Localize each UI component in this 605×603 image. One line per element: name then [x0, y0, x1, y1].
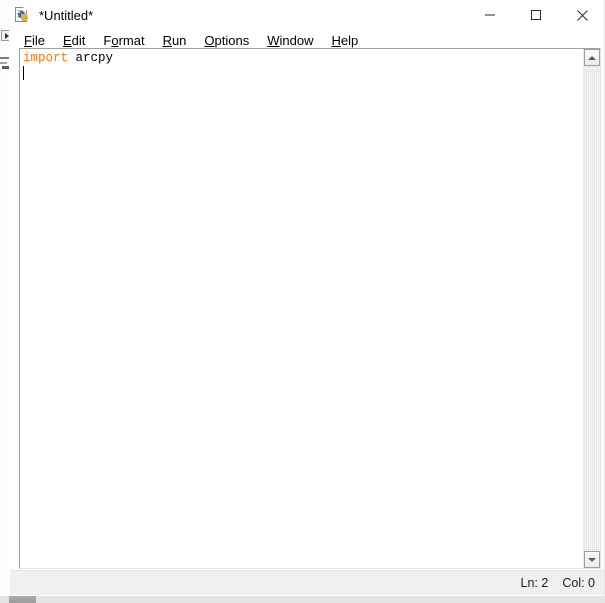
scroll-up-icon [588, 55, 596, 60]
menu-item-format[interactable]: Format [94, 32, 153, 50]
code-token-module: arcpy [68, 51, 114, 65]
maximize-button[interactable] [513, 0, 559, 30]
minimize-icon [484, 9, 496, 21]
title-bar[interactable]: *Untitled* [9, 0, 605, 30]
idle-main-window: *Untitled* File Edit Format Run Options … [9, 0, 605, 596]
status-column-indicator: Col: 0 [562, 576, 595, 590]
code-line-1: import arcpy [23, 51, 583, 66]
status-bar: Ln: 2 Col: 0 [10, 570, 604, 595]
background-window-bottom-edge [0, 596, 605, 603]
window-title: *Untitled* [39, 7, 94, 23]
menu-item-run[interactable]: Run [154, 32, 196, 50]
vertical-scrollbar[interactable] [583, 49, 600, 568]
status-line-indicator: Ln: 2 [520, 576, 549, 590]
idle-editor-window-screen: *Untitled* File Edit Format Run Options … [0, 0, 605, 603]
caption-button-group [467, 0, 605, 30]
scroll-down-icon [588, 557, 596, 562]
python-file-icon [14, 6, 31, 24]
menu-item-window[interactable]: Window [258, 32, 322, 50]
menu-item-edit[interactable]: Edit [54, 32, 94, 50]
scroll-down-button[interactable] [584, 551, 600, 568]
code-text-area[interactable]: import arcpy [20, 49, 583, 568]
close-button[interactable] [559, 0, 605, 30]
close-icon [576, 9, 589, 22]
scroll-up-button[interactable] [584, 49, 600, 66]
editor-frame: import arcpy [19, 48, 601, 569]
menu-item-options[interactable]: Options [195, 32, 258, 50]
scrollbar-trough[interactable] [584, 66, 600, 551]
code-token-keyword: import [23, 51, 69, 65]
menu-item-file[interactable]: File [15, 32, 54, 50]
text-caret [23, 66, 24, 80]
minimize-button[interactable] [467, 0, 513, 30]
maximize-icon [530, 9, 542, 21]
menu-item-help[interactable]: Help [323, 32, 368, 50]
